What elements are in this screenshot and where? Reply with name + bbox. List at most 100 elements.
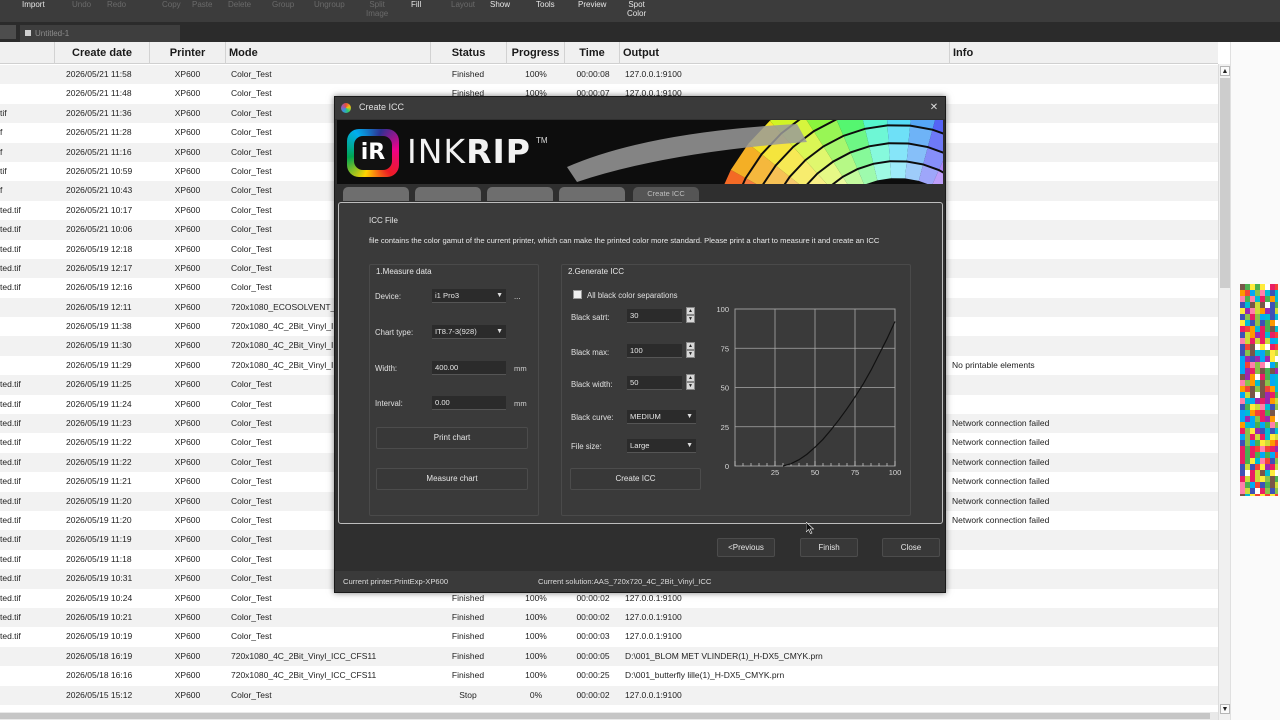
interval-input[interactable]: 0.00 — [432, 396, 506, 410]
scrollbar-thumb[interactable] — [1220, 78, 1230, 288]
chart-patch — [1265, 320, 1270, 326]
create-icc-button[interactable]: Create ICC — [570, 468, 701, 490]
current-solution-text: Current solution:AAS_720x720_4C_2Bit_Vin… — [538, 577, 712, 586]
black-start-spinner[interactable]: ▲ ▼ — [686, 307, 695, 323]
toolbar-item[interactable]: Tools — [536, 0, 555, 9]
black-width-spinner[interactable]: ▲ ▼ — [686, 374, 695, 390]
black-width-input[interactable]: 50 — [627, 376, 682, 390]
chart-patch — [1265, 422, 1270, 428]
measure-chart-button[interactable]: Measure chart — [376, 468, 528, 490]
toolbar-item[interactable]: Layout — [451, 0, 475, 9]
wizard-step-tab[interactable]: Create ICC — [633, 187, 699, 201]
generate-icc-title: 2.Generate ICC — [568, 267, 625, 276]
toolbar-item[interactable]: Ungroup — [314, 0, 345, 9]
table-row[interactable]: 2026/05/21 11:58 XP600 Color_Test Finished 1… — [0, 65, 1218, 85]
increment-icon[interactable]: ▲ — [686, 374, 695, 382]
document-tab-scroll-left[interactable] — [0, 25, 16, 39]
wizard-step-tab[interactable] — [343, 187, 409, 201]
increment-icon[interactable]: ▲ — [686, 342, 695, 350]
chart-patch — [1265, 386, 1270, 392]
chevron-down-icon: ▼ — [686, 413, 693, 420]
chart-patch — [1260, 344, 1265, 350]
scroll-up-icon[interactable]: ▲ — [1220, 66, 1230, 76]
previous-button[interactable]: <Previous — [717, 538, 775, 557]
toolbar-item[interactable]: Group — [272, 0, 294, 9]
current-printer-text: Current printer:PrintExp-XP600 — [343, 577, 449, 586]
chart-patch — [1275, 470, 1278, 476]
all-black-checkbox[interactable] — [573, 290, 582, 299]
column-header-mode[interactable]: Mode — [226, 42, 431, 64]
chart-patch — [1275, 458, 1278, 464]
toolbar-item[interactable]: Show — [490, 0, 510, 9]
toolbar-item[interactable]: Delete — [228, 0, 251, 9]
cell-mode: Color_Test — [231, 611, 272, 622]
wizard-step-tab[interactable] — [559, 187, 625, 201]
horizontal-scrollbar-thumb[interactable] — [0, 713, 1210, 719]
chart-patch — [1250, 344, 1255, 350]
chart-patch — [1250, 374, 1255, 380]
decrement-icon[interactable]: ▼ — [686, 350, 695, 358]
toolbar-item[interactable]: Fill — [411, 0, 421, 9]
column-header-progress[interactable]: Progress — [507, 42, 565, 64]
table-row[interactable]: ted.tif 2026/05/19 10:21 XP600 Color_Test Fi… — [0, 607, 1218, 628]
device-browse-button[interactable]: ... — [514, 292, 521, 301]
width-input[interactable]: 400.00 — [432, 361, 506, 375]
column-header-printer[interactable]: Printer — [150, 42, 226, 64]
column-header-create-date[interactable]: Create date — [55, 42, 150, 64]
black-max-input[interactable]: 100 — [627, 344, 682, 358]
vertical-scrollbar[interactable]: ▲ ▼ — [1218, 64, 1230, 720]
toolbar-item[interactable]: Split Image — [366, 0, 388, 18]
table-row[interactable]: 2026/05/18 16:19 XP600 720x1080_4C_2Bit_Vi… — [0, 646, 1218, 667]
column-header-file[interactable] — [0, 42, 55, 64]
cell-date: 2026/05/19 12:17 — [66, 262, 133, 273]
finish-button[interactable]: Finish — [800, 538, 858, 557]
cell-info — [952, 84, 1212, 103]
increment-icon[interactable]: ▲ — [686, 307, 695, 315]
toolbar-item[interactable]: Paste — [192, 0, 212, 9]
black-curve-select[interactable]: MEDIUM ▼ — [627, 410, 696, 424]
device-select[interactable]: i1 Pro3 ▼ — [432, 289, 506, 303]
chart-patch — [1265, 446, 1270, 452]
wizard-step-tab[interactable] — [487, 187, 553, 201]
black-max-spinner[interactable]: ▲ ▼ — [686, 342, 695, 358]
table-row[interactable]: ted.tif 2026/05/19 10:19 XP600 Color_Test Fi… — [0, 627, 1218, 646]
print-chart-button[interactable]: Print chart — [376, 427, 528, 449]
chart-patch — [1275, 392, 1278, 398]
table-row[interactable]: 2026/05/15 15:12 XP600 Color_Test Stop 0% 00:… — [0, 685, 1218, 705]
chart-patch — [1240, 296, 1245, 302]
toolbar-item[interactable]: Undo — [72, 0, 91, 9]
chart-patch — [1240, 458, 1245, 464]
table-row[interactable]: 2026/05/18 16:16 XP600 720x1080_4C_2Bit_Vi… — [0, 666, 1218, 685]
cell-info: Network connection failed — [952, 514, 1050, 525]
decrement-icon[interactable]: ▼ — [686, 382, 695, 390]
scroll-down-icon[interactable]: ▼ — [1220, 704, 1230, 714]
column-header-time[interactable]: Time — [565, 42, 620, 64]
column-header-info[interactable]: Info — [950, 42, 1218, 64]
document-tab[interactable]: Untitled-1 — [20, 25, 180, 42]
wizard-step-tabs: Create ICC — [337, 185, 943, 201]
chart-patch — [1255, 314, 1260, 320]
dialog-close-icon[interactable]: ✕ — [927, 101, 941, 115]
fan-swatch — [908, 126, 933, 147]
toolbar-item[interactable]: Redo — [107, 0, 126, 9]
close-button[interactable]: Close — [882, 538, 940, 557]
black-start-input[interactable]: 30 — [627, 309, 682, 323]
all-black-label: All black color separations — [587, 291, 678, 300]
decrement-icon[interactable]: ▼ — [686, 315, 695, 323]
column-header-output[interactable]: Output — [620, 42, 950, 64]
toolbar-item[interactable]: Preview — [578, 0, 606, 9]
cell-output: 127.0.0.1:9100 — [625, 69, 682, 79]
chart-type-select[interactable]: IT8.7-3(928) ▼ — [432, 325, 506, 339]
chart-patch — [1275, 320, 1278, 326]
wizard-step-tab[interactable] — [415, 187, 481, 201]
toolbar-item[interactable]: Copy — [162, 0, 181, 9]
y-tick-label: 75 — [721, 344, 729, 353]
horizontal-scrollbar[interactable] — [0, 712, 1218, 720]
column-header-status[interactable]: Status — [431, 42, 507, 64]
cell-info — [952, 259, 1212, 278]
toolbar-item[interactable]: Spot Color — [627, 0, 646, 18]
cell-printer: XP600 — [174, 573, 201, 584]
cell-printer: XP600 — [174, 88, 201, 99]
toolbar-item[interactable]: Import — [22, 0, 45, 9]
file-size-select[interactable]: Large ▼ — [627, 439, 696, 453]
